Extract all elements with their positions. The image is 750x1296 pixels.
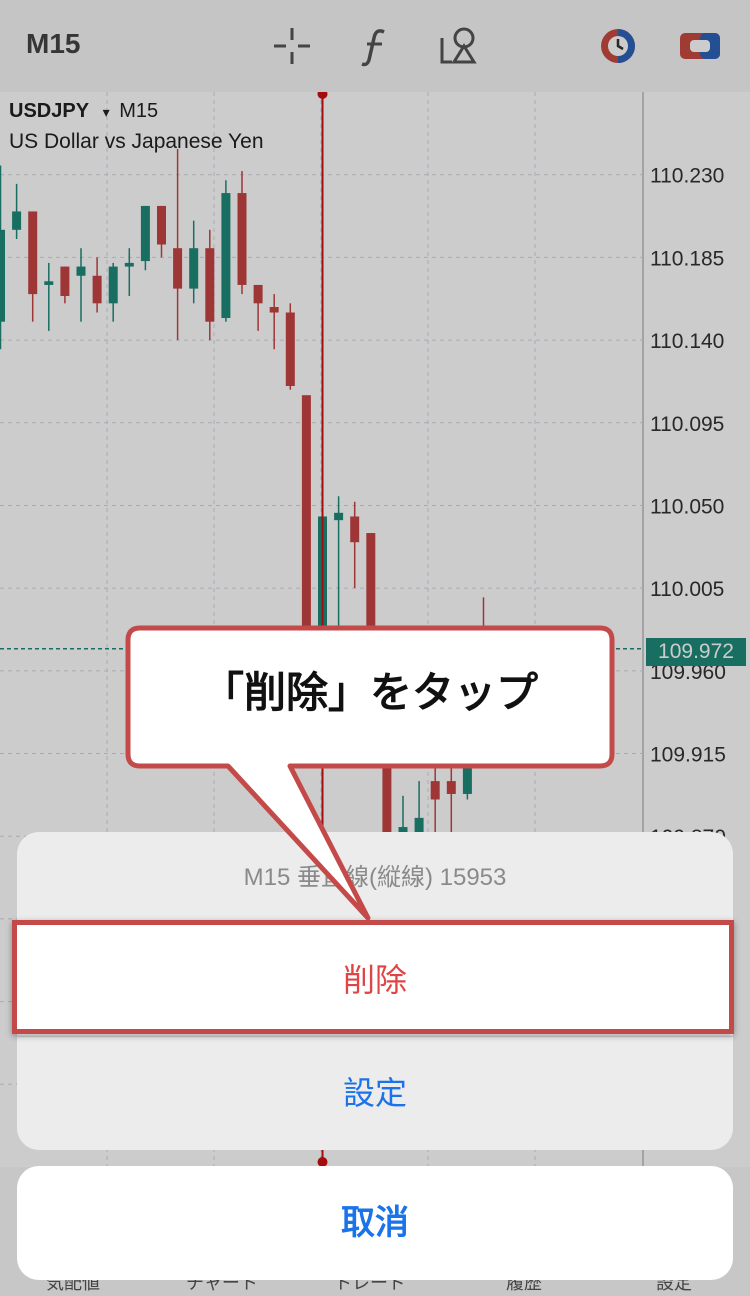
callout-text: 「削除」をタップ	[201, 669, 538, 716]
cancel-button[interactable]: 取消	[17, 1166, 733, 1280]
action-sheet-title: M15 垂直線(縦線) 15953	[243, 864, 507, 891]
settings-button[interactable]: 設定	[17, 1037, 733, 1150]
delete-highlight-frame	[12, 920, 734, 1034]
